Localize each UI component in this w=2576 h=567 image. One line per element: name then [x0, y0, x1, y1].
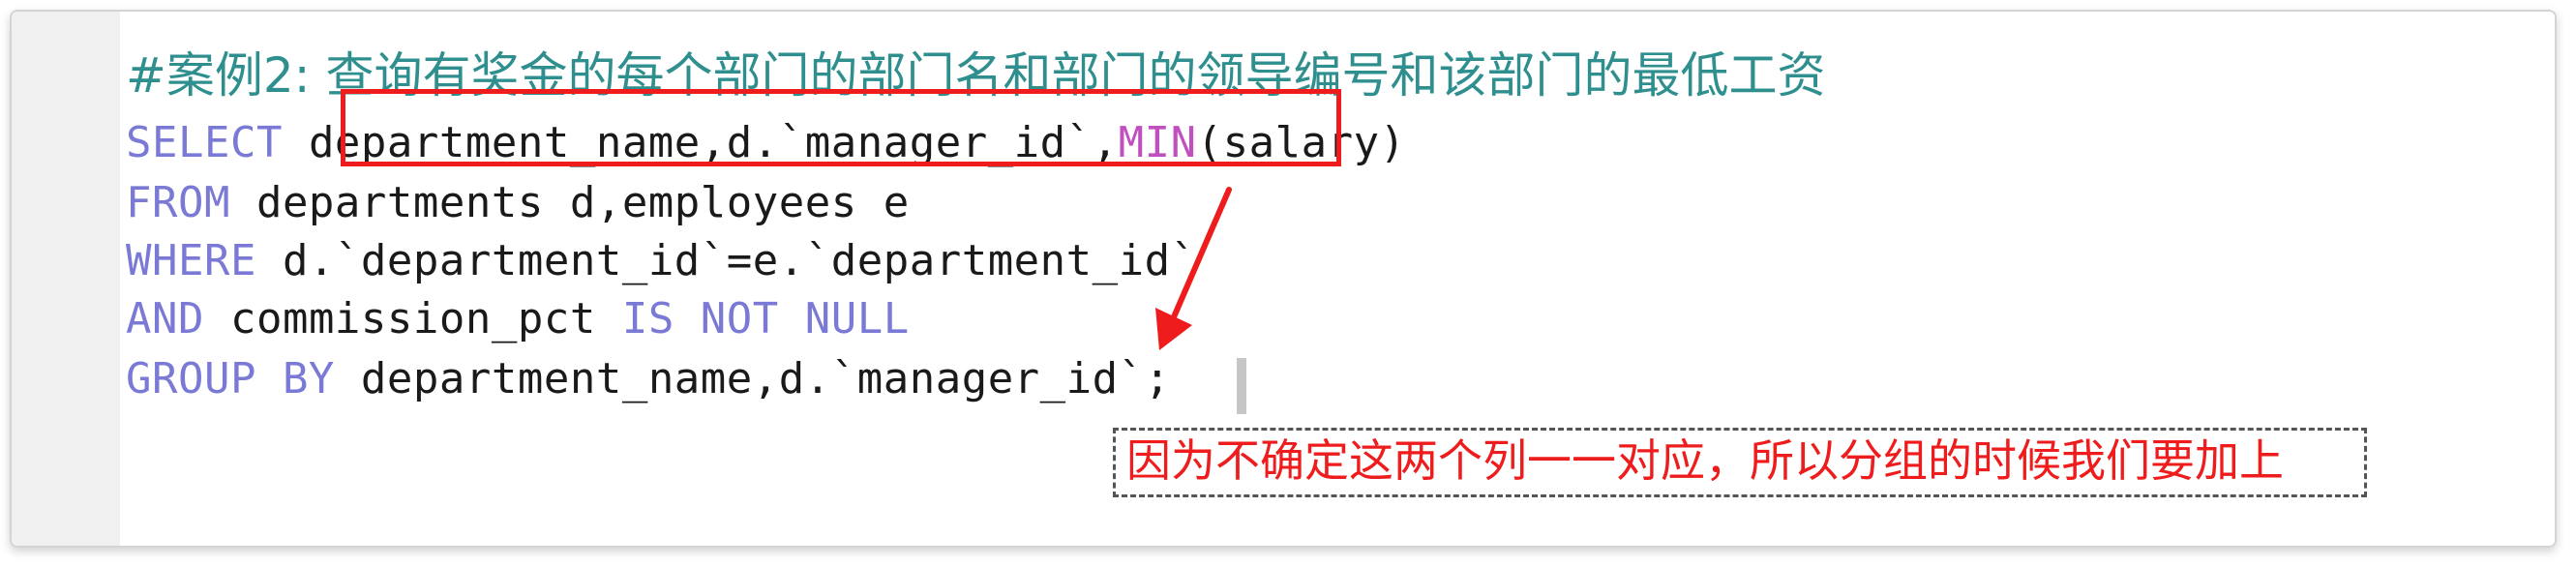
- where-condition: d.`department_id`=e.`department_id`: [282, 236, 1197, 285]
- keyword-select: SELECT: [126, 118, 309, 167]
- editor-gutter: [12, 12, 122, 546]
- text-cursor-icon: [1237, 358, 1246, 414]
- keyword-is-not-null: IS NOT NULL: [621, 294, 910, 343]
- keyword-and: AND: [126, 294, 230, 343]
- from-tables: departments d,employees e: [255, 178, 910, 227]
- keyword-from: FROM: [126, 178, 256, 227]
- code-line-and: AND commission_pct IS NOT NULL: [126, 290, 910, 348]
- and-column: commission_pct: [229, 294, 622, 343]
- group-by-columns: department_name,d.`manager_id`;: [360, 354, 1171, 403]
- keyword-where: WHERE: [126, 236, 283, 285]
- code-line-group-by: GROUP BY department_name,d.`manager_id`;: [126, 350, 1171, 408]
- annotation-note-text: 因为不确定这两个列一一对应，所以分组的时候我们要加上: [1126, 434, 2284, 487]
- highlight-box: [341, 89, 1341, 166]
- keyword-group-by: GROUP BY: [126, 354, 361, 403]
- code-line-where: WHERE d.`department_id`=e.`department_id…: [126, 232, 1197, 290]
- code-line-from: FROM departments d,employees e: [126, 174, 910, 232]
